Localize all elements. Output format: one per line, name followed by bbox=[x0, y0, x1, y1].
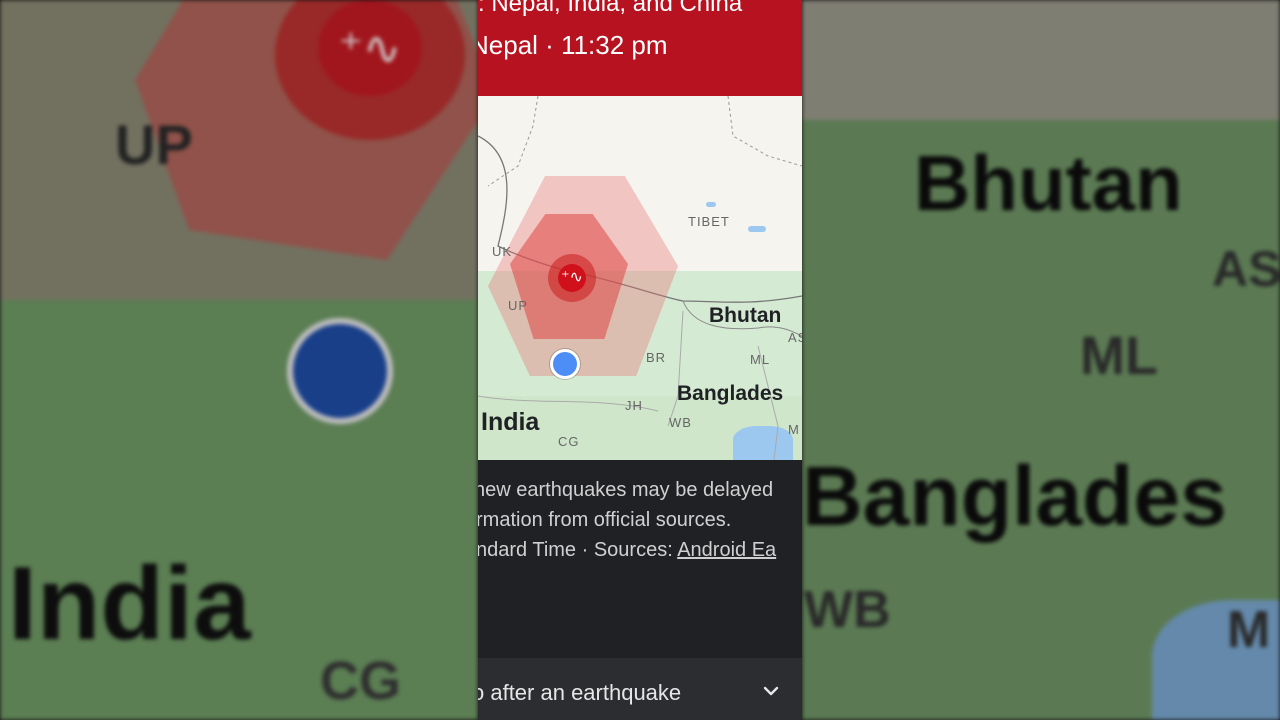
alert-info-text: new earthquakes may be delayed rmation f… bbox=[478, 460, 802, 658]
map-label-wb: WB bbox=[669, 415, 692, 430]
map-label-tibet: TIBET bbox=[688, 214, 730, 229]
sources-link[interactable]: Android Ea bbox=[677, 539, 776, 561]
map-label-m: M bbox=[788, 422, 800, 437]
map-label-bhutan: Bhutan bbox=[709, 304, 782, 327]
alert-location-time: Nepal · 11:32 pm bbox=[478, 30, 668, 60]
what-to-do-section[interactable]: o after an earthquake bbox=[478, 658, 802, 720]
alert-title: : Nepal, India, and China bbox=[478, 0, 743, 17]
map-label-india: India bbox=[481, 408, 540, 436]
earthquake-map[interactable]: ⁺∿ TIBET UK UP Bhutan BR ML AS Banglades… bbox=[478, 96, 802, 460]
info-line-2: rmation from official sources. bbox=[478, 509, 732, 531]
map-label-as: AS bbox=[788, 330, 802, 345]
video-frame: ⁺∿ UP India CG Bhutan AS ML Banglades WB… bbox=[0, 0, 1280, 720]
epicenter-icon: ⁺∿ bbox=[558, 264, 586, 292]
map-label-up: UP bbox=[508, 298, 529, 313]
phone-screen: : Nepal, India, and China Nepal · 11:32 … bbox=[478, 0, 802, 720]
map-label-bangladesh: Banglades bbox=[677, 382, 784, 405]
map-label-uk: UK bbox=[492, 244, 513, 259]
map-label-cg: CG bbox=[558, 434, 580, 449]
blurred-map-background-right: Bhutan AS ML Banglades WB M bbox=[802, 0, 1280, 720]
info-line-3: ndard Time · Sources: Android Ea bbox=[478, 539, 776, 562]
map-label-br: BR bbox=[646, 350, 667, 365]
what-to-do-label: o after an earthquake bbox=[478, 680, 682, 705]
user-location-dot bbox=[550, 349, 580, 379]
blurred-map-background-left: ⁺∿ UP India CG bbox=[0, 0, 478, 720]
info-time-sources: ndard Time · Sources: bbox=[478, 539, 678, 561]
chevron-down-icon[interactable] bbox=[762, 682, 780, 700]
map-label-jh: JH bbox=[625, 398, 643, 413]
info-line-1: new earthquakes may be delayed bbox=[478, 479, 774, 501]
earthquake-alert-header: : Nepal, India, and China Nepal · 11:32 … bbox=[478, 0, 802, 96]
map-label-ml: ML bbox=[750, 352, 771, 367]
